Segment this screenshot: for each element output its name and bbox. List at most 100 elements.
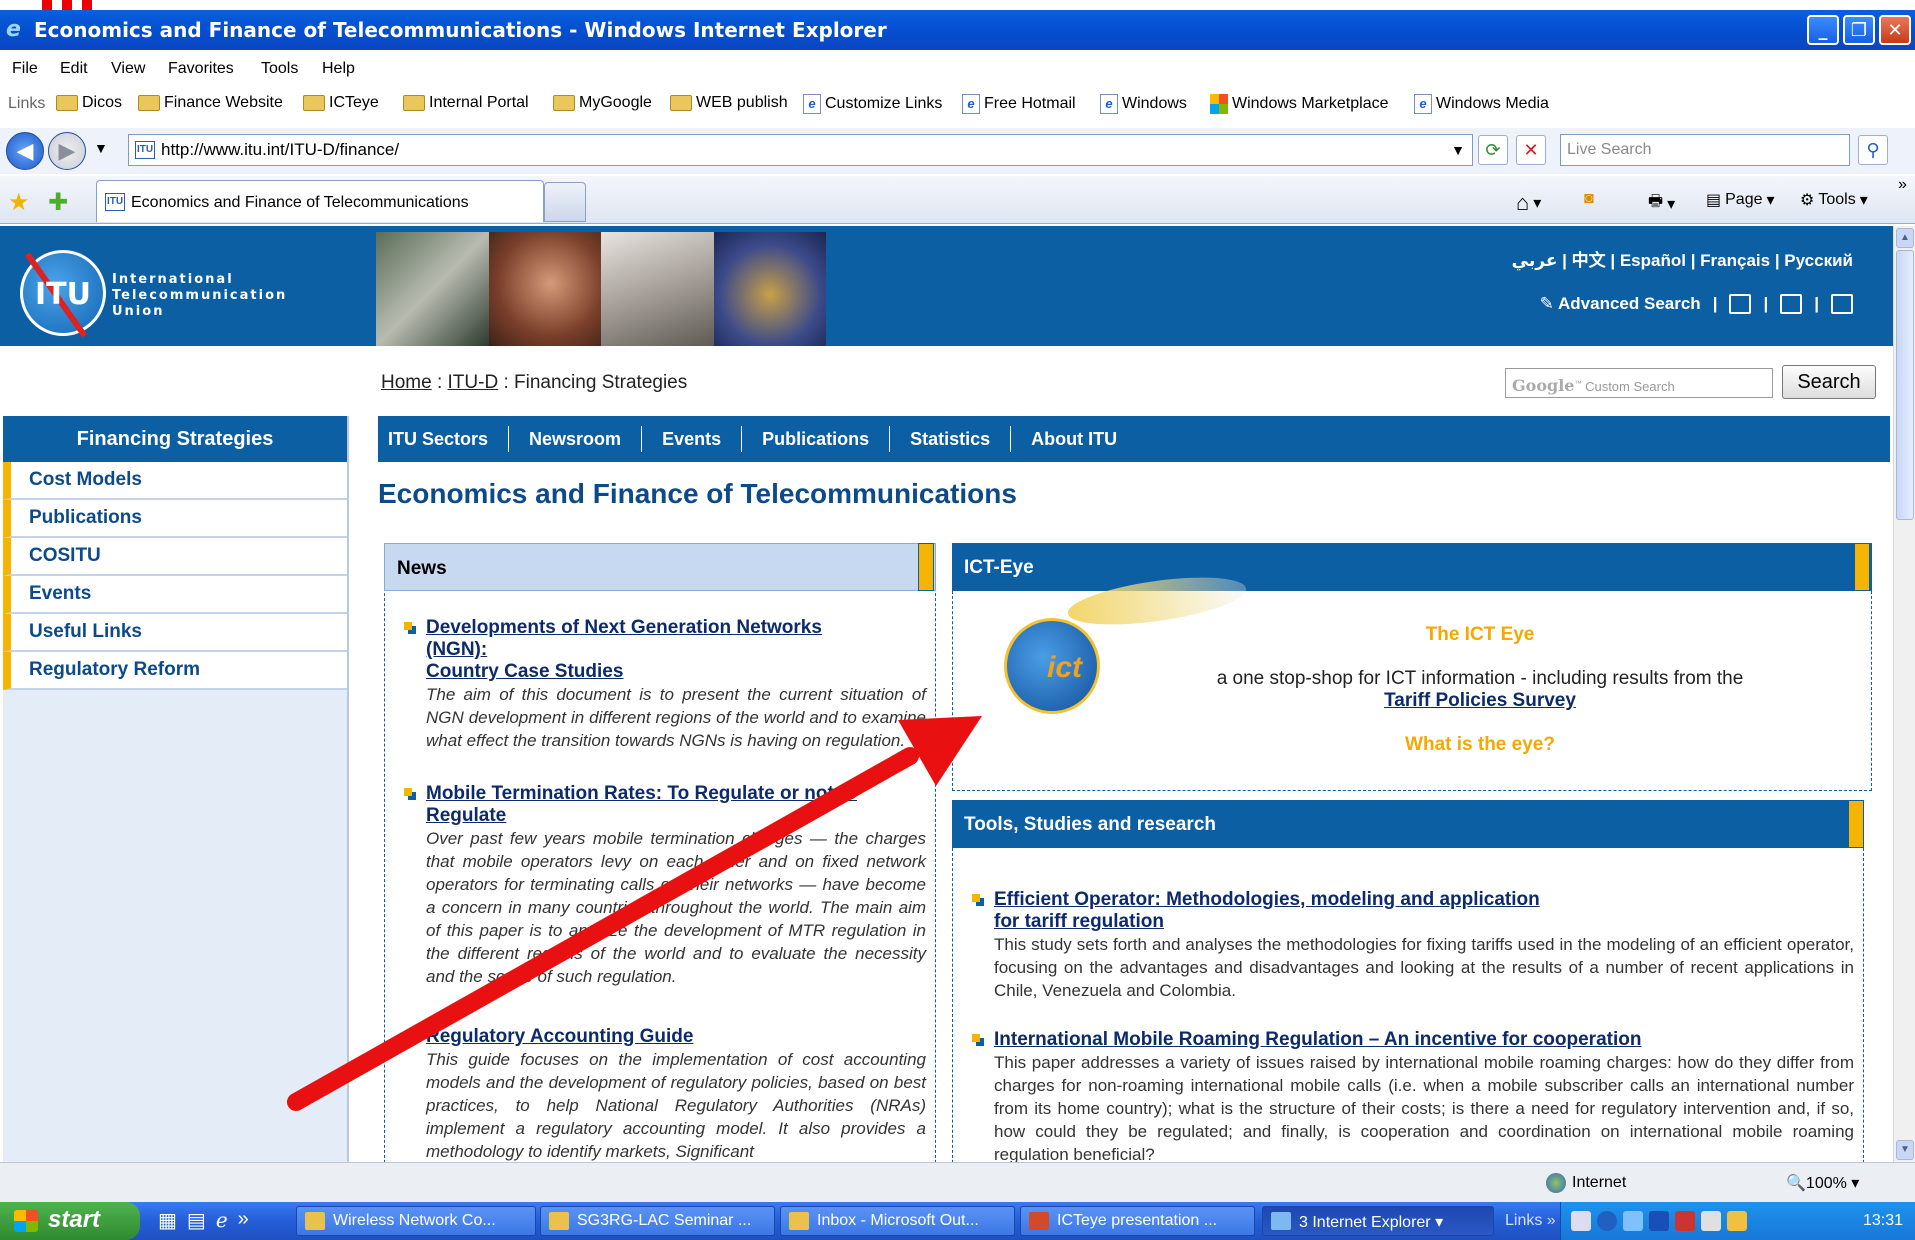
menu-bar: File Edit View Favorites Tools Help (0, 56, 1915, 84)
home-button[interactable]: ⌂ ▾ (1516, 190, 1541, 216)
search-button[interactable]: ⚲ (1858, 135, 1888, 165)
back-circle-icon[interactable] (1597, 1211, 1617, 1231)
google-search-input[interactable]: Google™ Custom Search (1505, 368, 1773, 398)
recent-pages-dropdown-icon[interactable]: ▼ (94, 140, 108, 156)
live-search-input[interactable]: Live Search (1560, 134, 1850, 166)
start-button[interactable]: start (0, 1202, 140, 1240)
task-icteye-presentation[interactable]: ICTeye presentation ... (1020, 1206, 1255, 1236)
link-mygoogle[interactable]: MyGoogle (553, 94, 652, 112)
nav-itu-sectors[interactable]: ITU Sectors (388, 429, 488, 450)
sidebar-item-regulatory-reform[interactable]: Regulatory Reform (3, 652, 347, 690)
news-link-ngn[interactable]: Developments of Next Generation Networks… (426, 617, 926, 683)
print-button[interactable]: 🖶 ▾ (1648, 190, 1675, 217)
window-titlebar[interactable]: e Economics and Finance of Telecommunica… (0, 10, 1915, 50)
menu-edit[interactable]: Edit (60, 60, 88, 78)
folder-icon[interactable]: ▤ (187, 1208, 206, 1233)
ie-page-icon: e (962, 94, 980, 114)
link-icteye[interactable]: ICTeye (303, 94, 379, 112)
tariff-policies-survey-link[interactable]: Tariff Policies Survey (1384, 690, 1576, 712)
chevron-more-icon[interactable]: » (1898, 176, 1907, 194)
link-customize-links[interactable]: e Customize Links (803, 94, 942, 114)
language-links[interactable]: عربي | 中文 | Español | Français | Русский (1512, 246, 1853, 271)
menu-help[interactable]: Help (322, 60, 355, 78)
refresh-icon: ⟳ (1485, 139, 1501, 160)
refresh-button[interactable]: ⟳ (1478, 135, 1508, 165)
chevron-more-icon[interactable]: » (238, 1208, 249, 1233)
task-wireless-network[interactable]: Wireless Network Co... (296, 1206, 536, 1236)
nav-publications[interactable]: Publications (762, 429, 869, 450)
favorites-star-icon[interactable]: ★ (8, 188, 30, 217)
link-web-publish[interactable]: WEB publish (670, 94, 788, 112)
forward-button[interactable]: ▶ (48, 132, 86, 170)
print-icon[interactable] (1831, 294, 1853, 314)
itu-favicon-icon: ITU (135, 141, 155, 159)
link-windows-media[interactable]: e Windows Media (1414, 94, 1549, 114)
advanced-search-link[interactable]: ✎ Advanced Search (1540, 294, 1701, 314)
ie-icon[interactable]: ℯ (216, 1208, 228, 1233)
keyboard-icon[interactable] (1571, 1211, 1591, 1231)
what-is-the-eye-link[interactable]: What is the eye? (1405, 734, 1555, 756)
breadcrumb-itu-d[interactable]: ITU-D (448, 372, 499, 393)
nav-newsroom[interactable]: Newsroom (529, 429, 621, 450)
menu-favorites[interactable]: Favorites (168, 60, 234, 78)
link-internal-portal[interactable]: Internal Portal (403, 94, 529, 112)
taskbar-links-toolbar[interactable]: Links » (1505, 1212, 1556, 1230)
task-outlook-inbox[interactable]: Inbox - Microsoft Out... (780, 1206, 1015, 1236)
scroll-up-icon[interactable]: ▲ (1896, 228, 1914, 248)
sidebar-item-cost-models[interactable]: Cost Models (3, 462, 347, 500)
ict-eye-logo[interactable]: ict (1004, 568, 1249, 714)
vertical-scrollbar[interactable]: ▲ ▼ (1893, 226, 1915, 1162)
link-windows[interactable]: e Windows (1100, 94, 1187, 114)
google-logo: Google (1512, 376, 1575, 395)
close-button[interactable]: ✕ (1879, 15, 1911, 45)
itu-logo[interactable]: ITU (20, 250, 106, 338)
link-finance-website[interactable]: Finance Website (138, 94, 283, 112)
nav-about-itu[interactable]: About ITU (1031, 429, 1117, 450)
breadcrumb-home[interactable]: Home (381, 372, 432, 393)
bluetooth-icon[interactable] (1649, 1211, 1669, 1231)
stop-button[interactable]: ✕ (1516, 135, 1546, 165)
tools-menu[interactable]: ⚙ Tools ▾ (1800, 190, 1868, 210)
restore-button[interactable]: ❐ (1843, 15, 1875, 45)
sidebar-item-events[interactable]: Events (3, 576, 347, 614)
menu-view[interactable]: View (111, 60, 145, 78)
news-link-mtr[interactable]: Mobile Termination Rates: To Regulate or… (426, 783, 926, 827)
back-button[interactable]: ◀ (6, 132, 44, 170)
news-link-regulatory-accounting[interactable]: Regulatory Accounting Guide (426, 1026, 926, 1048)
add-favorites-icon[interactable]: ✚ (48, 188, 68, 217)
security-icon[interactable] (1675, 1211, 1695, 1231)
network-icon[interactable] (1623, 1211, 1643, 1231)
nav-events[interactable]: Events (662, 429, 721, 450)
task-sg3rg-seminar[interactable]: SG3RG-LAC Seminar ... (540, 1206, 775, 1236)
monitor-icon[interactable] (1701, 1211, 1721, 1231)
address-input[interactable]: ITU http://www.itu.int/ITU-D/finance/ (128, 134, 1473, 166)
sidebar-item-publications[interactable]: Publications (3, 500, 347, 538)
link-windows-marketplace[interactable]: eWindows Marketplace (1210, 94, 1389, 114)
speaker-icon[interactable] (1727, 1211, 1747, 1231)
sidebar-item-cositu[interactable]: COSITU (3, 538, 347, 576)
news-summary: The aim of this document is to present t… (426, 685, 926, 750)
tab-current[interactable]: ITU Economics and Finance of Telecommuni… (96, 180, 544, 222)
address-dropdown-icon[interactable]: ▼ (1443, 135, 1473, 165)
sidebar-item-useful-links[interactable]: Useful Links (3, 614, 347, 652)
menu-tools[interactable]: Tools (261, 60, 298, 78)
page-menu[interactable]: ▤ Page ▾ (1706, 190, 1775, 210)
nav-statistics[interactable]: Statistics (910, 429, 990, 450)
ict-eye-title: The ICT Eye (1425, 624, 1535, 645)
google-search-button[interactable]: Search (1782, 365, 1876, 399)
scroll-down-icon[interactable]: ▼ (1896, 1140, 1914, 1160)
sitemap-icon[interactable] (1729, 294, 1752, 314)
task-internet-explorer[interactable]: 3 Internet Explorer ▾ (1262, 1206, 1494, 1236)
scroll-thumb[interactable] (1896, 250, 1914, 520)
tools-link-roaming[interactable]: International Mobile Roaming Regulation … (994, 1029, 1854, 1051)
link-free-hotmail[interactable]: e Free Hotmail (962, 94, 1076, 114)
show-desktop-icon[interactable]: ▦ (158, 1208, 177, 1233)
link-dicos[interactable]: Dicos (56, 94, 122, 112)
feeds-button[interactable]: ◙ (1584, 190, 1594, 208)
email-icon[interactable] (1780, 294, 1803, 314)
tools-link-efficient-operator[interactable]: Efficient Operator: Methodologies, model… (994, 889, 1854, 933)
new-tab-button[interactable] (544, 182, 586, 222)
minimize-button[interactable]: _ (1807, 15, 1839, 45)
zoom-control[interactable]: 🔍100% ▾ (1786, 1173, 1859, 1193)
menu-file[interactable]: File (12, 60, 38, 78)
